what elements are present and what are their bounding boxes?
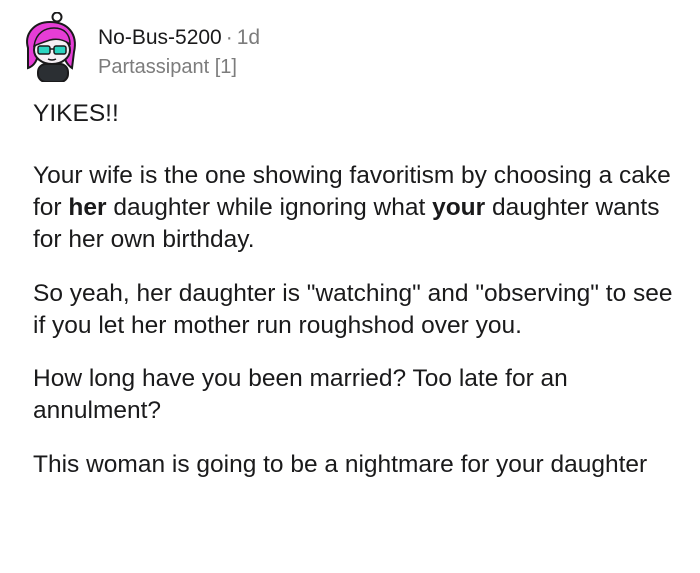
comment-paragraph: How long have you been married? Too late… [33, 365, 568, 424]
comment-paragraph: This woman is going to be a nightmare fo… [33, 451, 648, 478]
comment-body: YIKES!! Your wife is the one showing fav… [33, 98, 683, 481]
meta-line: No-Bus-5200 · 1d [98, 24, 260, 52]
comment-paragraph: Your wife is the one showing favoritism … [33, 160, 683, 256]
comment-paragraph: YIKES!! [33, 100, 119, 127]
comment: No-Bus-5200 · 1d Partassipant [1] YIKES!! … [0, 0, 700, 573]
user-avatar[interactable] [20, 11, 82, 83]
comment-meta: No-Bus-5200 · 1d Partassipant [1] [98, 24, 260, 80]
comment-paragraph: So yeah, her daughter is "watching" and … [33, 280, 673, 339]
comment-age: 1d [236, 26, 261, 49]
paragraph-text: daughter while ignoring what [106, 194, 433, 221]
emphasis-text: your [432, 194, 486, 221]
comment-header: No-Bus-5200 · 1d Partassipant [1] [20, 11, 260, 84]
meta-separator: · [225, 26, 233, 49]
user-flair: Partassipant [1] [98, 56, 237, 78]
username[interactable]: No-Bus-5200 [98, 26, 222, 49]
emphasis-text: her [68, 194, 107, 221]
snoo-avatar-icon [26, 11, 76, 83]
